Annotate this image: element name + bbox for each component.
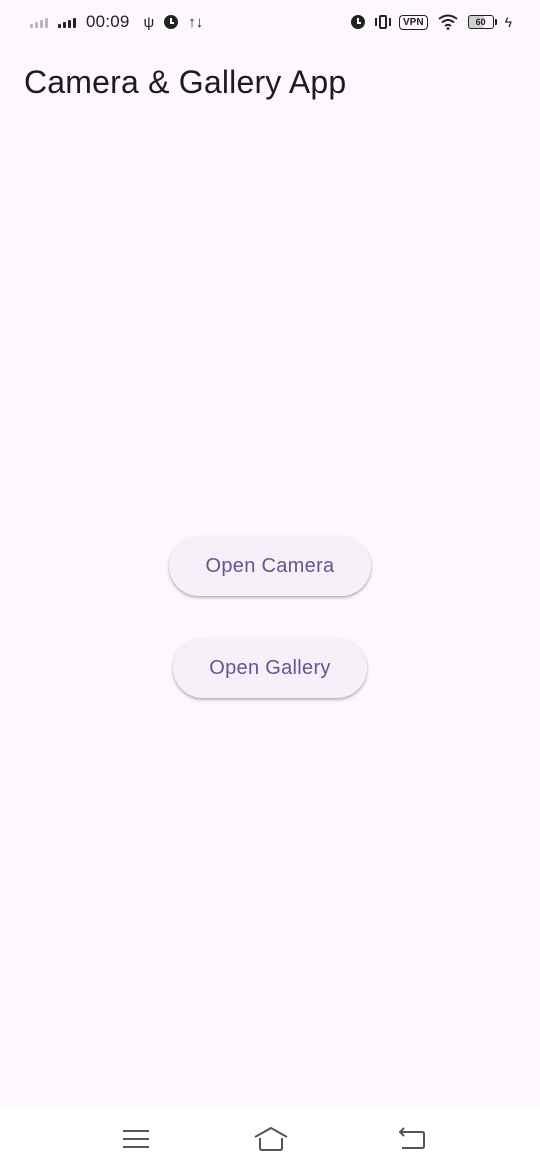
data-transfer-icon: ↑↓ [188,13,204,31]
status-bar: 00:09 ψ ↑↓ VPN 60 ϟ [0,0,540,44]
battery-level: 60 [475,17,486,27]
vpn-badge: VPN [399,14,428,30]
menu-icon[interactable] [121,1126,151,1152]
page-title: Camera & Gallery App [24,64,347,100]
screen: 00:09 ψ ↑↓ VPN 60 ϟ Camera & Gallery App… [0,0,540,1170]
battery-icon: 60 [467,15,497,29]
signal-sim1-icon [58,16,76,28]
status-time: 00:09 [86,12,130,31]
signal-sim2-icon [30,16,48,28]
status-bar-left: 00:09 ψ ↑↓ [30,12,213,32]
open-camera-button[interactable]: Open Camera [169,536,371,596]
vibrate-icon [375,15,392,29]
back-icon[interactable] [396,1126,426,1152]
system-nav-bar [0,1108,540,1170]
status-bar-right: VPN 60 ϟ [351,14,512,30]
charging-icon: ϟ [504,14,512,30]
open-gallery-button[interactable]: Open Gallery [173,638,367,698]
alarm-icon-right [351,15,366,29]
alarm-icon [164,15,179,29]
home-icon[interactable] [254,1126,288,1152]
usb-icon: ψ [143,13,155,31]
wifi-icon [437,14,458,30]
